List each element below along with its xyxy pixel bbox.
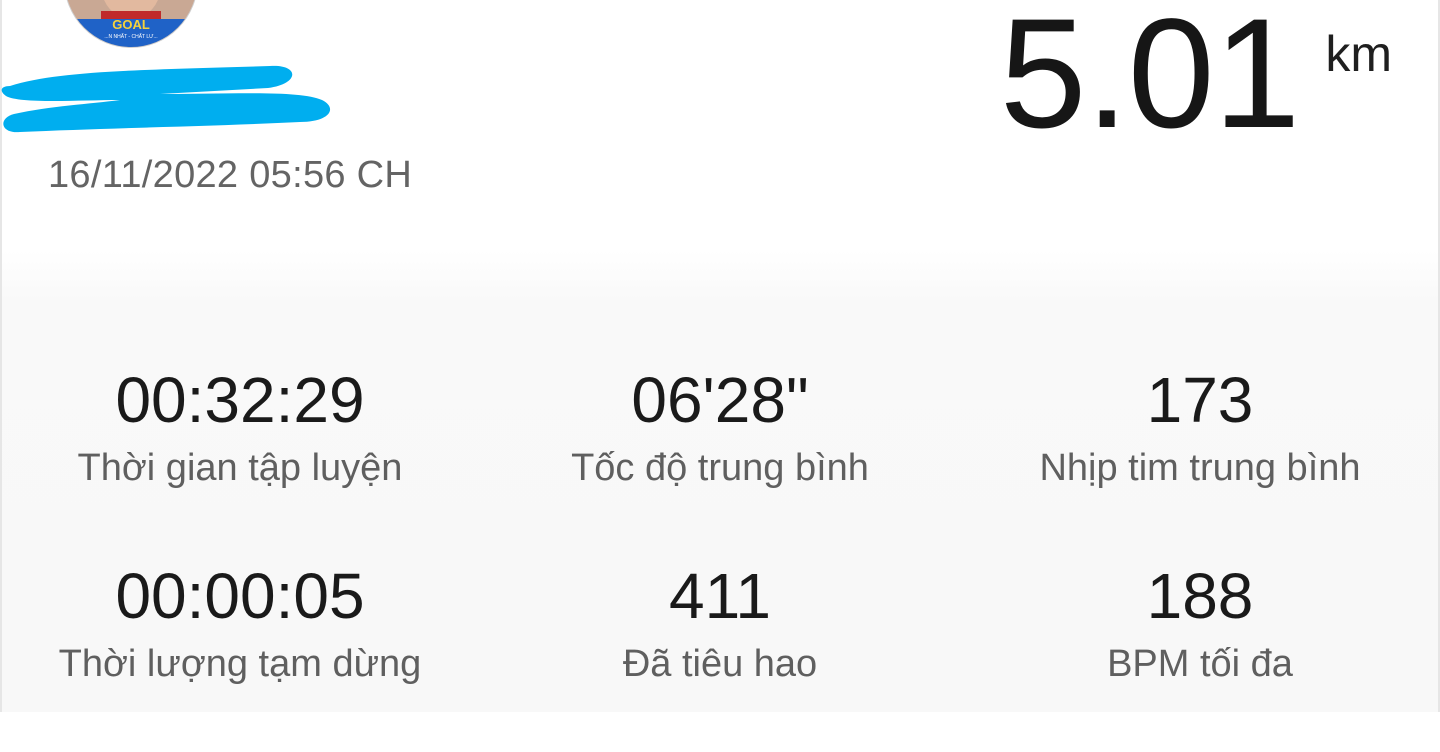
avatar[interactable]: GOAL ...N NHẤT - CHẤT LƯ... [64, 0, 198, 48]
stat-label: Tốc độ trung bình [571, 447, 869, 489]
stat-value: 06'28" [631, 364, 809, 436]
stat-average-heart-rate: 173 Nhịp tim trung bình [960, 360, 1440, 556]
workout-date-time: 16/11/2022 05:56 CH [48, 154, 413, 196]
stat-value: 00:32:29 [115, 364, 365, 436]
stat-value: 188 [1146, 560, 1254, 632]
stat-max-bpm: 188 BPM tối đa [960, 556, 1440, 752]
stat-label: Nhịp tim trung bình [1039, 447, 1361, 489]
stat-calories-burned: 411 Đã tiêu hao [480, 556, 960, 752]
stat-label: Đã tiêu hao [622, 643, 818, 685]
stats-grid: 00:32:29 Thời gian tập luyện 06'28" Tốc … [0, 360, 1440, 752]
stat-label: Thời gian tập luyện [77, 447, 403, 489]
stat-label: Thời lượng tạm dừng [58, 643, 422, 685]
stat-value: 411 [668, 560, 772, 632]
workout-summary-screen: GOAL ...N NHẤT - CHẤT LƯ... 16/11/2022 0… [0, 0, 1440, 712]
redaction-scribble [1, 65, 331, 133]
stat-value: 173 [1146, 364, 1254, 436]
stat-pause-duration: 00:00:05 Thời lượng tạm dừng [0, 556, 480, 752]
avatar-logo-subtext: ...N NHẤT - CHẤT LƯ... [104, 33, 157, 40]
avatar-logo-text: GOAL [112, 17, 150, 32]
stat-value: 00:00:05 [115, 560, 365, 632]
stat-label: BPM tối đa [1107, 643, 1293, 685]
distance-unit: km [1325, 26, 1392, 82]
avatar-image: GOAL ...N NHẤT - CHẤT LƯ... [65, 0, 197, 47]
stat-workout-time: 00:32:29 Thời gian tập luyện [0, 360, 480, 556]
distance-value: 5.01 [999, 0, 1301, 161]
stat-average-pace: 06'28" Tốc độ trung bình [480, 360, 960, 556]
distance-display: 5.01 km [1000, 0, 1392, 152]
